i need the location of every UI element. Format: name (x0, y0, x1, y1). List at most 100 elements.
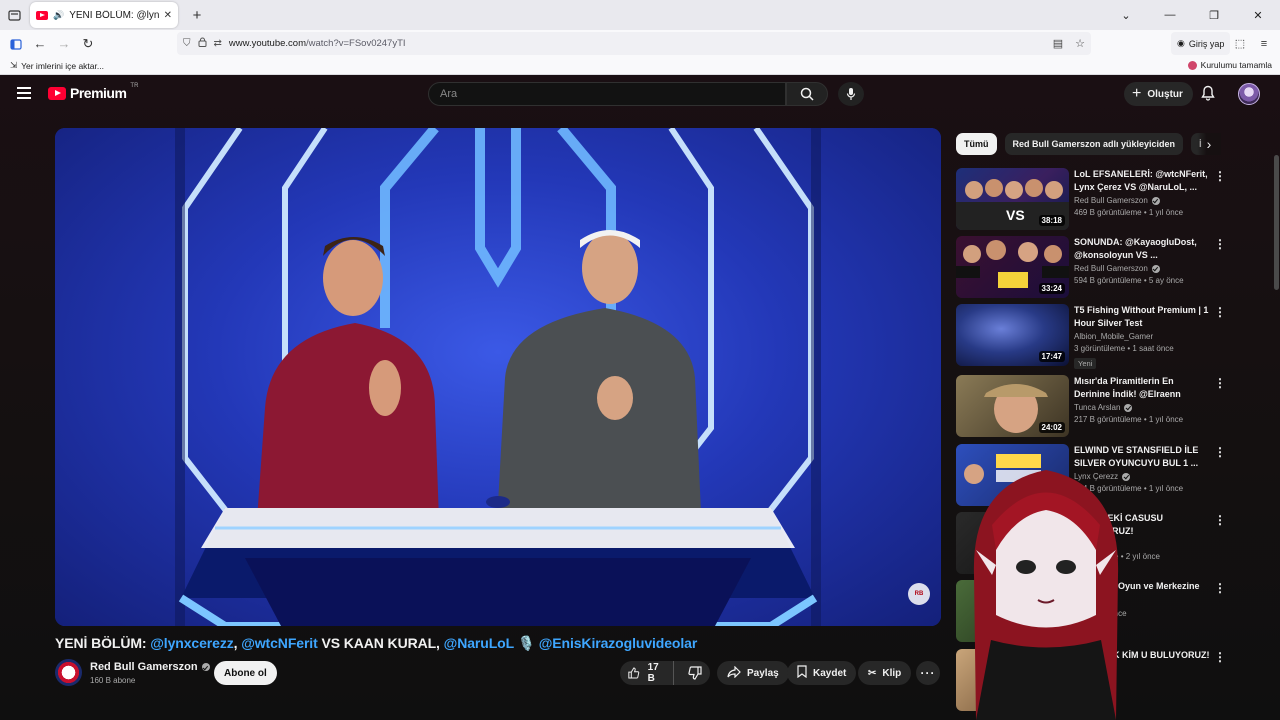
video-player[interactable]: RB (55, 128, 941, 626)
video-thumbnail[interactable] (956, 444, 1069, 506)
verified-badge-icon (201, 663, 210, 671)
recommendation-item[interactable]: İÇİMİZDEKİ CASUSU BULUYORUZ! Player görü… (956, 512, 1230, 574)
kebab-menu-icon[interactable]: ⋮ (1214, 446, 1226, 458)
close-window-button[interactable]: ✕ (1236, 9, 1280, 22)
recommendation-item[interactable]: 24:02 Mısır'da Piramitlerin En Derinine … (956, 375, 1230, 437)
save-button[interactable]: Kaydet (787, 661, 857, 685)
new-tab-button[interactable]: + (184, 2, 210, 28)
extensions-icon[interactable]: ⬚ (1228, 32, 1252, 55)
guide-menu-icon[interactable] (17, 87, 31, 99)
create-button[interactable]: + Oluştur (1124, 82, 1193, 106)
video-thumbnail[interactable]: VS 38:18 (956, 168, 1069, 230)
chevron-right-icon[interactable]: › (1197, 133, 1221, 155)
search-input[interactable]: Ara (428, 82, 786, 106)
minimize-window-button[interactable]: — (1148, 9, 1192, 21)
recommendation-channel[interactable]: Tunca Arslan (1074, 403, 1210, 412)
import-bookmarks-link[interactable]: ⇲ Yer imlerini içe aktar... (10, 60, 104, 71)
menu-icon[interactable]: ≡ (1252, 32, 1276, 55)
shield-icon[interactable]: ⛉ (183, 38, 191, 49)
speaker-icon[interactable]: 🔊 (53, 10, 64, 21)
recommendation-title[interactable]: Mısır'da Piramitlerin En Derinine İndik!… (1074, 375, 1210, 401)
share-button[interactable]: Paylaş (717, 661, 789, 685)
clip-button[interactable]: ✂ Klip (858, 661, 912, 685)
video-thumbnail[interactable]: 24:02 (956, 375, 1069, 437)
reader-view-icon[interactable]: ▤ (1053, 37, 1063, 50)
recommendation-item[interactable]: ELWIND VE STANSFIELD İLE SILVER OYUNCUYU… (956, 444, 1230, 506)
recommendation-meta: 174 B görüntüleme • 1 yıl önce (1074, 484, 1184, 493)
channel-name-link[interactable]: Red Bull Gamerszon (90, 661, 210, 673)
recommendation-title[interactable]: SONUNDA: @KayaogluDost, @konsoloyun VS .… (1074, 236, 1210, 262)
video-thumbnail[interactable] (956, 649, 1069, 711)
kebab-menu-icon[interactable]: ⋮ (1214, 582, 1226, 594)
kebab-menu-icon[interactable]: ⋮ (1214, 377, 1226, 389)
video-thumbnail[interactable]: 33:24 (956, 236, 1069, 298)
address-bar[interactable]: ⛉ ⇄ www.youtube.com/watch?v=FSov0247yTI … (177, 32, 1091, 55)
search-icon (800, 87, 814, 101)
video-thumbnail[interactable] (956, 580, 1069, 642)
search-button[interactable] (786, 82, 828, 106)
recommendation-channel[interactable]: Albion_Mobile_Gamer (1074, 332, 1210, 341)
voice-search-button[interactable] (838, 82, 864, 106)
subscribe-button[interactable]: Abone ol (214, 661, 277, 685)
kebab-menu-icon[interactable]: ⋮ (1214, 514, 1226, 526)
verified-badge-icon (1124, 403, 1133, 412)
permissions-icon[interactable]: ⇄ (214, 38, 222, 49)
like-button[interactable]: 17 B (620, 661, 674, 685)
kebab-menu-icon[interactable]: ⋮ (1214, 170, 1226, 182)
video-thumbnail[interactable] (956, 512, 1069, 574)
more-actions-button[interactable]: ··· (916, 661, 940, 685)
recommendation-channel[interactable]: Red Bull Gamerszon (1074, 264, 1210, 273)
mention-link[interactable]: @NaruLoL (444, 635, 514, 651)
recommendation-channel[interactable]: Red Bull Gamerszon (1074, 196, 1210, 205)
recommendation-channel[interactable]: Player (1074, 540, 1210, 549)
recommendation-title[interactable]: SORARAK KİM U BULUYORUZ! (1074, 649, 1210, 675)
thumbnail-image (964, 454, 1041, 484)
notifications-bell-icon[interactable] (1201, 85, 1215, 106)
recommendation-meta: 217 B görüntüleme • 1 yıl önce (1074, 415, 1184, 424)
recommendation-channel[interactable]: Lynx Çerezz (1074, 472, 1210, 481)
mention-link[interactable]: @wtcNFerit (241, 635, 318, 651)
channel-avatar[interactable] (55, 659, 82, 686)
thumbs-down-icon (688, 666, 702, 680)
video-thumbnail[interactable]: 17:47 (956, 304, 1069, 366)
recommendation-item[interactable]: 17:47 T5 Fishing Without Premium | 1 Hou… (956, 304, 1230, 369)
recommendation-item[interactable]: VS 38:18 LoL EFSANELERİ: @wtcNFerit, Lyn… (956, 168, 1230, 230)
forward-arrow-icon[interactable]: → (52, 32, 76, 56)
tab-close-icon[interactable]: ✕ (164, 10, 172, 21)
recommendation-title[interactable]: En Büyük Oyun ve Merkezine Gittim! 🇯🇵 (1074, 580, 1210, 606)
tab-overflow-chevron-icon[interactable]: ⌄ (1104, 9, 1148, 22)
tab-list-icon[interactable] (0, 0, 28, 30)
lock-icon[interactable] (198, 37, 207, 50)
kebab-menu-icon[interactable]: ⋮ (1214, 306, 1226, 318)
recommendation-item[interactable]: En Büyük Oyun ve Merkezine Gittim! 🇯🇵 me… (956, 580, 1230, 642)
chip-all[interactable]: Tümü (956, 133, 997, 155)
channel-watermark-icon[interactable]: RB (908, 583, 930, 605)
new-badge: Yeni (1074, 358, 1097, 369)
dislike-button[interactable] (680, 666, 710, 680)
recommendation-title[interactable]: İÇİMİZDEKİ CASUSU BULUYORUZ! (1074, 512, 1210, 538)
kebab-menu-icon[interactable]: ⋮ (1214, 238, 1226, 250)
sidebar-toggle-icon[interactable] (4, 32, 28, 56)
account-avatar[interactable] (1238, 83, 1260, 105)
url-text: www.youtube.com/watch?v=FSov0247yTI (228, 38, 406, 49)
kebab-menu-icon[interactable]: ⋮ (1214, 651, 1226, 663)
restore-window-button[interactable]: ❐ (1192, 9, 1236, 22)
setup-link[interactable]: Kurulumu tamamla (1187, 60, 1272, 70)
login-button[interactable]: ◉ Giriş yap (1171, 32, 1231, 55)
video-title: YENİ BÖLÜM: @lynxcerezz, @wtcNFerit VS K… (55, 635, 698, 651)
recommendation-title[interactable]: T5 Fishing Without Premium | 1 Hour Silv… (1074, 304, 1210, 330)
recommendation-item[interactable]: SORARAK KİM U BULUYORUZ! ⋮ (956, 649, 1230, 711)
chip-from-uploader[interactable]: Red Bull Gamerszon adlı yükleyiciden (1004, 133, 1184, 155)
mention-link[interactable]: @EnisKirazogluvideolar (539, 635, 698, 651)
mention-link[interactable]: @lynxcerezz (150, 635, 233, 651)
bookmark-star-icon[interactable]: ☆ (1075, 37, 1085, 50)
youtube-premium-logo[interactable]: Premium TR (48, 83, 138, 101)
browser-nav-bar: ← → ↻ ⛉ ⇄ www.youtube.com/watch?v=FSov02… (0, 30, 1280, 57)
reload-icon[interactable]: ↻ (76, 32, 100, 56)
sidebar-scrollbar[interactable] (1274, 155, 1279, 290)
browser-tab-active[interactable]: 🔊 YENİ BÖLÜM: @lynxcerezz, ✕ (30, 2, 178, 28)
back-arrow-icon[interactable]: ← (28, 32, 52, 56)
recommendation-title[interactable]: LoL EFSANELERİ: @wtcNFerit, Lynx Çerez V… (1074, 168, 1210, 194)
recommendation-title[interactable]: ELWIND VE STANSFIELD İLE SILVER OYUNCUYU… (1074, 444, 1210, 470)
recommendation-item[interactable]: 33:24 SONUNDA: @KayaogluDost, @konsoloyu… (956, 236, 1230, 298)
